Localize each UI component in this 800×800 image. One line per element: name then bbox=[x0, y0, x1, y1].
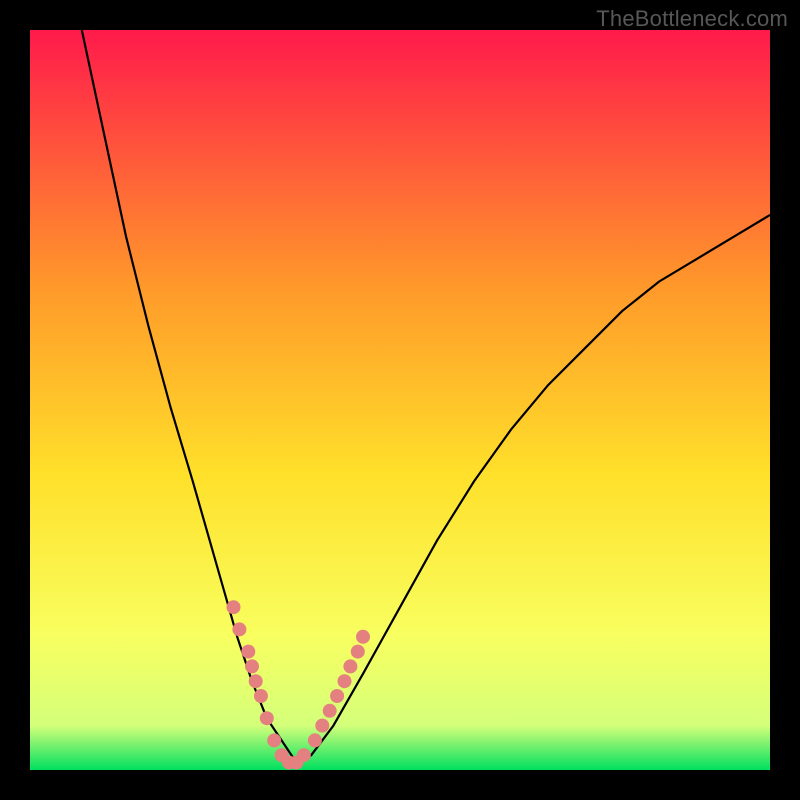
marker-point bbox=[356, 630, 370, 644]
marker-point bbox=[297, 748, 311, 762]
marker-point bbox=[241, 645, 255, 659]
chart-svg bbox=[30, 30, 770, 770]
marker-point bbox=[338, 674, 352, 688]
marker-point bbox=[351, 645, 365, 659]
marker-point bbox=[308, 733, 322, 747]
marker-point bbox=[232, 622, 246, 636]
marker-point bbox=[330, 689, 344, 703]
plot-area bbox=[30, 30, 770, 770]
marker-point bbox=[267, 733, 281, 747]
marker-point bbox=[260, 711, 274, 725]
marker-point bbox=[315, 719, 329, 733]
chart-frame: TheBottleneck.com bbox=[0, 0, 800, 800]
watermark-text: TheBottleneck.com bbox=[596, 6, 788, 32]
marker-point bbox=[254, 689, 268, 703]
marker-point bbox=[245, 659, 259, 673]
gradient-background bbox=[30, 30, 770, 770]
marker-point bbox=[227, 600, 241, 614]
marker-point bbox=[343, 659, 357, 673]
marker-point bbox=[249, 674, 263, 688]
marker-point bbox=[323, 704, 337, 718]
